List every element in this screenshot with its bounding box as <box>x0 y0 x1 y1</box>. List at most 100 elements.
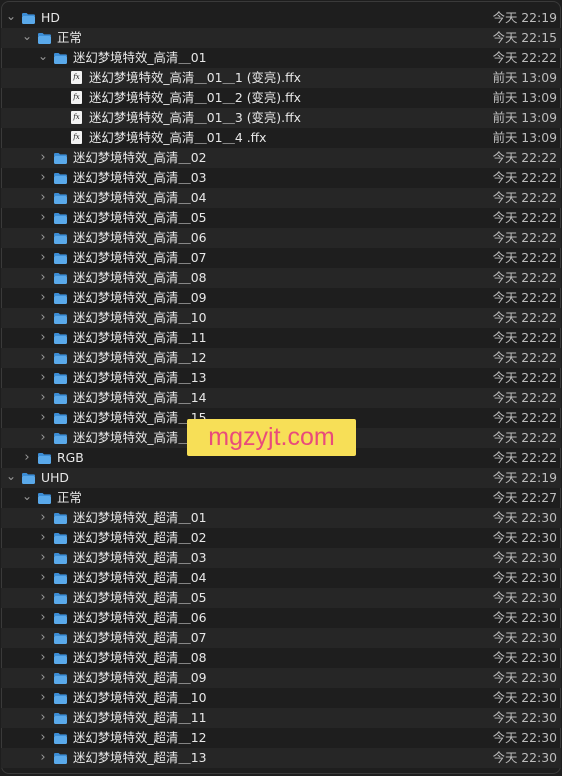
chevron-right-icon[interactable]: › <box>37 168 49 188</box>
folder-row[interactable]: › 迷幻梦境特效_高清＿12 今天 22:22 <box>1 348 561 368</box>
folder-row[interactable]: › 迷幻梦境特效_超清＿07 今天 22:30 <box>1 628 561 648</box>
date-modified: 今天 22:30 <box>492 570 557 585</box>
chevron-right-icon[interactable]: › <box>37 388 49 408</box>
date-modified: 今天 22:30 <box>492 690 557 705</box>
folder-row[interactable]: › 迷幻梦境特效_超清＿01 今天 22:30 <box>1 508 561 528</box>
item-name: 迷幻梦境特效_高清＿11 <box>73 330 207 345</box>
chevron-right-icon[interactable]: › <box>37 368 49 388</box>
date-modified: 今天 22:22 <box>492 150 557 165</box>
chevron-right-icon[interactable]: › <box>21 448 33 468</box>
item-name: 迷幻梦境特效_高清＿08 <box>73 270 207 285</box>
date-modified: 今天 22:30 <box>492 670 557 685</box>
chevron-right-icon[interactable]: › <box>37 208 49 228</box>
folder-row[interactable]: › 迷幻梦境特效_高清＿03 今天 22:22 <box>1 168 561 188</box>
folder-row[interactable]: › 迷幻梦境特效_超清＿04 今天 22:30 <box>1 568 561 588</box>
date-modified: 前天 13:09 <box>492 70 557 85</box>
chevron-right-icon[interactable]: › <box>37 268 49 288</box>
chevron-right-icon[interactable]: › <box>37 248 49 268</box>
chevron-right-icon[interactable]: › <box>37 668 49 688</box>
item-name: 迷幻梦境特效_超清＿07 <box>73 630 207 645</box>
chevron-right-icon[interactable]: › <box>37 228 49 248</box>
date-modified: 今天 22:30 <box>492 590 557 605</box>
item-name: 迷幻梦境特效_高清＿01＿3 (变亮).ffx <box>89 110 301 125</box>
folder-row[interactable]: › 迷幻梦境特效_高清＿05 今天 22:22 <box>1 208 561 228</box>
chevron-right-icon[interactable]: › <box>37 748 49 768</box>
folder-row[interactable]: › 迷幻梦境特效_高清＿13 今天 22:22 <box>1 368 561 388</box>
file-row[interactable]: fx 迷幻梦境特效_高清＿01＿3 (变亮).ffx 前天 13:09 <box>1 108 561 128</box>
item-name: 迷幻梦境特效_高清＿01＿2 (变亮).ffx <box>89 90 301 105</box>
date-modified: 今天 22:22 <box>492 370 557 385</box>
chevron-right-icon[interactable]: › <box>37 628 49 648</box>
date-modified: 今天 22:19 <box>492 470 557 485</box>
item-name: 迷幻梦境特效_高清＿09 <box>73 290 207 305</box>
folder-icon <box>53 751 68 771</box>
chevron-right-icon[interactable]: › <box>37 348 49 368</box>
chevron-down-icon[interactable]: ⌄ <box>5 468 17 488</box>
date-modified: 今天 22:30 <box>492 650 557 665</box>
chevron-right-icon[interactable]: › <box>37 188 49 208</box>
file-row[interactable]: fx 迷幻梦境特效_高清＿01＿2 (变亮).ffx 前天 13:09 <box>1 88 561 108</box>
chevron-right-icon[interactable]: › <box>37 588 49 608</box>
chevron-right-icon[interactable]: › <box>37 328 49 348</box>
folder-row[interactable]: › 迷幻梦境特效_高清＿06 今天 22:22 <box>1 228 561 248</box>
item-name: RGB <box>57 450 84 465</box>
date-modified: 今天 22:22 <box>492 270 557 285</box>
folder-row[interactable]: › 迷幻梦境特效_高清＿07 今天 22:22 <box>1 248 561 268</box>
folder-row[interactable]: › 迷幻梦境特效_超清＿05 今天 22:30 <box>1 588 561 608</box>
chevron-down-icon[interactable]: ⌄ <box>21 488 33 508</box>
chevron-down-icon[interactable]: ⌄ <box>21 28 33 48</box>
chevron-right-icon[interactable]: › <box>37 648 49 668</box>
item-name: 迷幻梦境特效_高清＿03 <box>73 170 207 185</box>
item-name: 迷幻梦境特效_超清＿10 <box>73 690 207 705</box>
folder-row[interactable]: › 迷幻梦境特效_超清＿02 今天 22:30 <box>1 528 561 548</box>
folder-row[interactable]: › 迷幻梦境特效_超清＿13 今天 22:30 <box>1 748 561 768</box>
chevron-right-icon[interactable]: › <box>37 308 49 328</box>
folder-row[interactable]: › 迷幻梦境特效_超清＿09 今天 22:30 <box>1 668 561 688</box>
folder-row[interactable]: › 迷幻梦境特效_高清＿10 今天 22:22 <box>1 308 561 328</box>
folder-row[interactable]: › 迷幻梦境特效_高清＿09 今天 22:22 <box>1 288 561 308</box>
folder-row[interactable]: › 迷幻梦境特效_超清＿12 今天 22:30 <box>1 728 561 748</box>
folder-row[interactable]: › 迷幻梦境特效_高清＿08 今天 22:22 <box>1 268 561 288</box>
folder-row[interactable]: › 迷幻梦境特效_超清＿06 今天 22:30 <box>1 608 561 628</box>
chevron-right-icon[interactable]: › <box>37 688 49 708</box>
item-name: 迷幻梦境特效_高清＿01 <box>73 50 207 65</box>
item-name: 迷幻梦境特效_超清＿01 <box>73 510 207 525</box>
item-name: 正常 <box>57 30 82 45</box>
chevron-right-icon[interactable]: › <box>37 568 49 588</box>
folder-row[interactable]: › 迷幻梦境特效_高清＿11 今天 22:22 <box>1 328 561 348</box>
folder-row[interactable]: ⌄ 迷幻梦境特效_高清＿01 今天 22:22 <box>1 48 561 68</box>
chevron-right-icon[interactable]: › <box>37 528 49 548</box>
file-row[interactable]: fx 迷幻梦境特效_高清＿01＿4 .ffx 前天 13:09 <box>1 128 561 148</box>
item-name: 迷幻梦境特效_高清＿05 <box>73 210 207 225</box>
date-modified: 今天 22:22 <box>492 350 557 365</box>
chevron-right-icon[interactable]: › <box>37 288 49 308</box>
folder-row[interactable]: › 迷幻梦境特效_高清＿02 今天 22:22 <box>1 148 561 168</box>
folder-row[interactable]: ⌄ 正常 今天 22:15 <box>1 28 561 48</box>
folder-row[interactable]: › 迷幻梦境特效_超清＿08 今天 22:30 <box>1 648 561 668</box>
folder-row[interactable]: › 迷幻梦境特效_超清＿11 今天 22:30 <box>1 708 561 728</box>
date-modified: 今天 22:30 <box>492 550 557 565</box>
folder-row[interactable]: › 迷幻梦境特效_高清＿14 今天 22:22 <box>1 388 561 408</box>
date-modified: 今天 22:22 <box>492 50 557 65</box>
folder-row[interactable]: ⌄ UHD 今天 22:19 <box>1 468 561 488</box>
item-name: 迷幻梦境特效_超清＿11 <box>73 710 207 725</box>
chevron-down-icon[interactable]: ⌄ <box>37 48 49 68</box>
chevron-right-icon[interactable]: › <box>37 508 49 528</box>
chevron-right-icon[interactable]: › <box>37 548 49 568</box>
date-modified: 今天 22:30 <box>492 530 557 545</box>
folder-row[interactable]: ⌄ HD 今天 22:19 <box>1 8 561 28</box>
date-modified: 今天 22:30 <box>492 730 557 745</box>
file-row[interactable]: fx 迷幻梦境特效_高清＿01＿1 (变亮).ffx 前天 13:09 <box>1 68 561 88</box>
folder-row[interactable]: ⌄ 正常 今天 22:27 <box>1 488 561 508</box>
chevron-right-icon[interactable]: › <box>37 408 49 428</box>
folder-row[interactable]: › 迷幻梦境特效_高清＿04 今天 22:22 <box>1 188 561 208</box>
chevron-right-icon[interactable]: › <box>37 608 49 628</box>
chevron-down-icon[interactable]: ⌄ <box>5 8 17 28</box>
folder-row[interactable]: › 迷幻梦境特效_超清＿03 今天 22:30 <box>1 548 561 568</box>
chevron-right-icon[interactable]: › <box>37 148 49 168</box>
chevron-right-icon[interactable]: › <box>37 728 49 748</box>
chevron-right-icon[interactable]: › <box>37 708 49 728</box>
chevron-right-icon[interactable]: › <box>37 428 49 448</box>
date-modified: 今天 22:22 <box>492 250 557 265</box>
folder-row[interactable]: › 迷幻梦境特效_超清＿10 今天 22:30 <box>1 688 561 708</box>
